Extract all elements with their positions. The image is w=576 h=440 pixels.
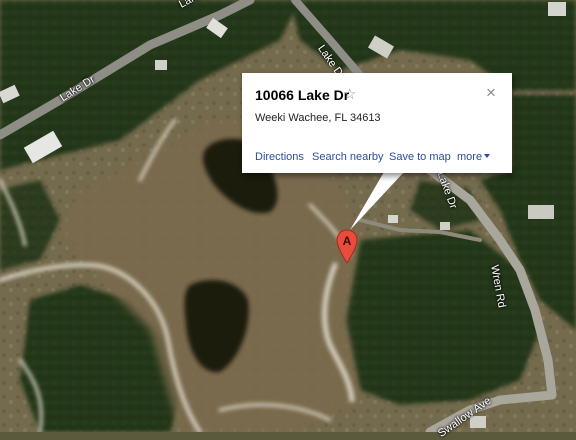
- chevron-down-icon[interactable]: [484, 154, 490, 158]
- marker-label: A: [343, 234, 352, 248]
- more-link[interactable]: more: [457, 151, 482, 163]
- star-icon[interactable]: ☆: [343, 85, 356, 103]
- place-infowindow: 10066 Lake Dr ☆ × Weeki Wachee, FL 34613…: [242, 73, 512, 173]
- search-nearby-link[interactable]: Search nearby: [312, 151, 384, 163]
- directions-link[interactable]: Directions: [255, 151, 304, 163]
- place-address: Weeki Wachee, FL 34613: [255, 112, 381, 124]
- save-to-map-link[interactable]: Save to map: [389, 151, 451, 163]
- satellite-map[interactable]: [0, 0, 576, 432]
- location-marker-a[interactable]: A: [336, 229, 358, 265]
- close-icon[interactable]: ×: [486, 84, 496, 101]
- place-title: 10066 Lake Dr: [255, 87, 350, 103]
